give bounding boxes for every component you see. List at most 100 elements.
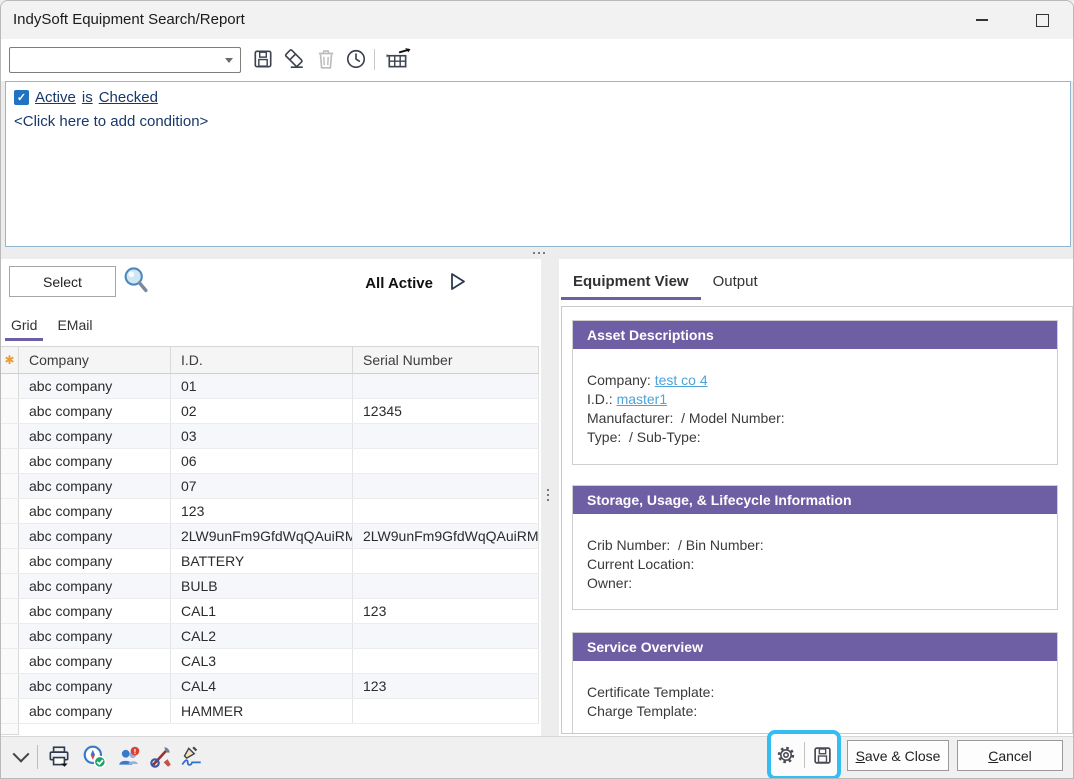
settings-button[interactable] xyxy=(772,741,800,769)
row-selector-header[interactable]: ✱ xyxy=(1,347,19,373)
send-to-grid-button[interactable] xyxy=(382,46,414,72)
maximize-icon xyxy=(1036,14,1049,27)
row-selector[interactable] xyxy=(1,524,19,548)
run-search-button[interactable] xyxy=(449,272,469,292)
maximize-button[interactable] xyxy=(1019,1,1065,39)
cell-id: HAMMER xyxy=(171,699,353,723)
printer-icon xyxy=(46,744,72,770)
window-title: IndySoft Equipment Search/Report xyxy=(13,11,245,28)
results-panel: Select All Active Grid EMail ✱ Company I… xyxy=(1,259,541,736)
asterisk-icon: ✱ xyxy=(4,353,14,367)
scope-label[interactable]: All Active xyxy=(365,275,433,292)
row-selector[interactable] xyxy=(1,674,19,698)
horizontal-splitter[interactable] xyxy=(528,249,550,257)
row-selector[interactable] xyxy=(1,599,19,623)
detail-panel: Equipment View Output Asset Descriptions… xyxy=(559,259,1074,736)
row-selector[interactable] xyxy=(1,424,19,448)
row-selector[interactable] xyxy=(1,624,19,648)
cell-id: BATTERY xyxy=(171,549,353,573)
table-row[interactable]: abc companyCAL3 xyxy=(1,649,539,674)
clock-icon xyxy=(345,48,367,70)
equipment-view-pane: Asset Descriptions Company: test co 4 I.… xyxy=(561,306,1073,734)
condition-field-link[interactable]: Active xyxy=(35,89,76,106)
table-row[interactable]: abc company03 xyxy=(1,424,539,449)
row-selector[interactable] xyxy=(1,499,19,523)
table-row[interactable]: abc company01 xyxy=(1,374,539,399)
delete-search-button[interactable] xyxy=(313,46,339,72)
search-button[interactable] xyxy=(122,265,150,295)
chevron-down-icon[interactable] xyxy=(225,58,233,63)
grid-header-row: ✱ Company I.D. Serial Number xyxy=(1,346,539,374)
save-search-button[interactable] xyxy=(250,46,276,72)
cell-serial xyxy=(353,449,539,473)
minimize-button[interactable] xyxy=(959,1,1005,39)
row-selector[interactable] xyxy=(1,649,19,673)
cell-company: abc company xyxy=(19,674,171,698)
condition-operator-link[interactable]: is xyxy=(82,89,93,106)
table-row[interactable]: abc companyHAMMER xyxy=(1,699,539,724)
add-condition-link[interactable]: <Click here to add condition> xyxy=(14,113,208,130)
id-link[interactable]: master1 xyxy=(617,391,668,407)
cell-company: abc company xyxy=(19,649,171,673)
cell-company: abc company xyxy=(19,499,171,523)
table-row[interactable]: abc company06 xyxy=(1,449,539,474)
table-row[interactable]: abc company2LW9unFm9GfdWqQAuiRMLb2LW9unF… xyxy=(1,524,539,549)
expand-toolbar-button[interactable] xyxy=(7,743,35,771)
certificate-template-line: Certificate Template: xyxy=(587,683,1057,702)
web-validate-button[interactable] xyxy=(81,743,109,771)
search-icon xyxy=(122,265,150,295)
tools-button[interactable] xyxy=(147,743,175,771)
table-row[interactable]: abc company07 xyxy=(1,474,539,499)
users-badge-icon xyxy=(116,744,142,770)
tab-output[interactable]: Output xyxy=(701,267,770,300)
condition-checkbox[interactable]: ✓ xyxy=(14,90,29,105)
signature-button[interactable] xyxy=(177,743,205,771)
cell-serial: 12345 xyxy=(353,399,539,423)
cancel-button[interactable]: Cancel xyxy=(957,740,1063,771)
tab-email[interactable]: EMail xyxy=(47,311,102,341)
condition-value-link[interactable]: Checked xyxy=(99,89,158,106)
row-selector[interactable] xyxy=(1,699,19,723)
toolbar-separator xyxy=(804,742,805,768)
section-service-overview: Service Overview Certificate Template: C… xyxy=(572,632,1058,734)
signature-pen-icon xyxy=(178,744,204,770)
clear-search-button[interactable] xyxy=(281,46,307,72)
saved-search-combobox[interactable] xyxy=(9,47,241,73)
tab-equipment-view[interactable]: Equipment View xyxy=(561,267,701,300)
cell-id: 06 xyxy=(171,449,353,473)
table-row[interactable]: abc companyCAL4123 xyxy=(1,674,539,699)
saved-search-input[interactable] xyxy=(14,49,214,71)
company-link[interactable]: test co 4 xyxy=(655,372,708,388)
select-button[interactable]: Select xyxy=(9,266,116,297)
vertical-splitter[interactable] xyxy=(544,484,552,506)
save-settings-button[interactable] xyxy=(809,741,837,769)
row-selector[interactable] xyxy=(1,549,19,573)
row-selector[interactable] xyxy=(1,374,19,398)
table-row[interactable]: abc company123 xyxy=(1,499,539,524)
personnel-button[interactable] xyxy=(115,743,143,771)
trash-icon xyxy=(316,48,336,70)
column-header-company[interactable]: Company xyxy=(19,347,171,373)
row-selector[interactable] xyxy=(1,574,19,598)
table-row[interactable]: abc company0212345 xyxy=(1,399,539,424)
cell-id: CAL2 xyxy=(171,624,353,648)
column-header-id[interactable]: I.D. xyxy=(171,347,353,373)
eraser-icon xyxy=(282,47,306,71)
table-row[interactable]: abc companyCAL2 xyxy=(1,624,539,649)
cell-serial: 123 xyxy=(353,599,539,623)
tab-grid[interactable]: Grid xyxy=(1,311,47,341)
company-line: Company: test co 4 xyxy=(587,371,1057,390)
row-selector[interactable] xyxy=(1,399,19,423)
save-close-button[interactable]: Save & Close xyxy=(847,740,949,771)
table-row[interactable]: abc companyBULB xyxy=(1,574,539,599)
cell-id: BULB xyxy=(171,574,353,598)
row-selector[interactable] xyxy=(1,474,19,498)
table-row[interactable]: abc companyCAL1123 xyxy=(1,599,539,624)
row-selector[interactable] xyxy=(1,449,19,473)
print-button[interactable] xyxy=(45,743,73,771)
column-header-serial[interactable]: Serial Number xyxy=(353,347,539,373)
table-row[interactable]: abc companyBATTERY xyxy=(1,549,539,574)
search-history-button[interactable] xyxy=(343,46,369,72)
charge-template-line: Charge Template: xyxy=(587,702,1057,721)
cell-company: abc company xyxy=(19,699,171,723)
